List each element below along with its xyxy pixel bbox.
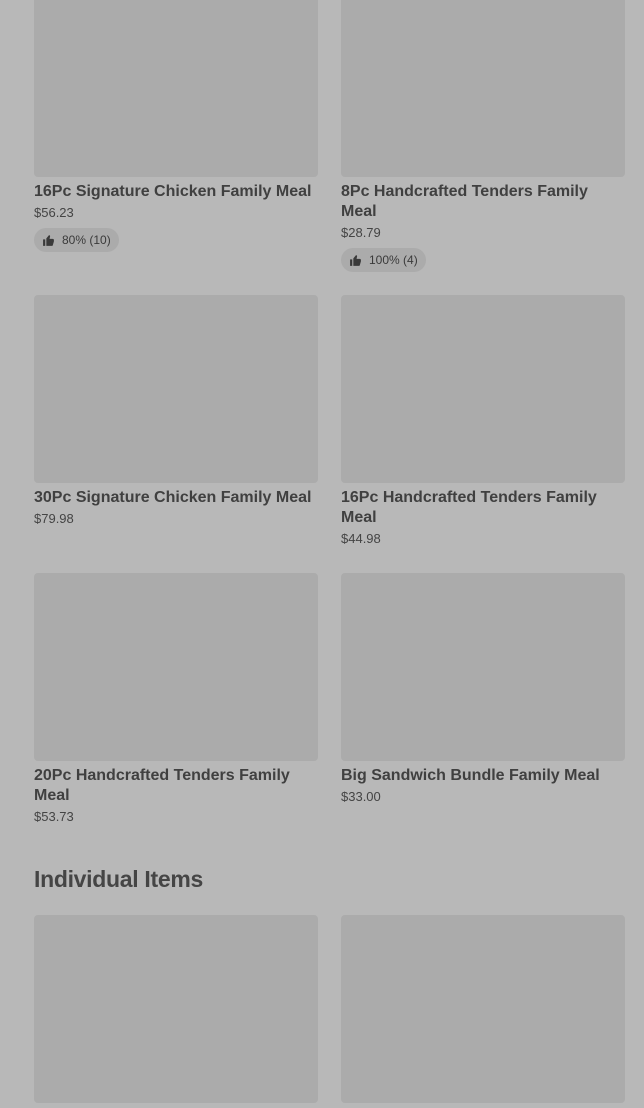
menu-item-card[interactable]: 8Pc Handcrafted Tenders Family Meal $28.… [341, 0, 625, 272]
rating-badge: 100% (4) [341, 248, 426, 272]
thumbs-up-icon [43, 234, 54, 246]
menu-item-card[interactable] [34, 915, 318, 1103]
rating-text: 80% (10) [62, 233, 111, 247]
item-title: 30Pc Signature Chicken Family Meal [34, 489, 312, 506]
item-image[interactable] [341, 915, 625, 1103]
menu-item-card[interactable]: 16Pc Handcrafted Tenders Family Meal $44… [341, 295, 625, 547]
section-title-individual-items: Individual Items [34, 866, 204, 892]
item-price: $33.00 [341, 789, 381, 804]
item-image[interactable] [341, 0, 625, 177]
menu-item-card[interactable]: 30Pc Signature Chicken Family Meal $79.9… [34, 295, 318, 527]
item-price: $28.79 [341, 225, 381, 240]
item-price: $53.73 [34, 809, 74, 824]
item-image[interactable] [341, 573, 625, 761]
thumbs-up-icon [350, 254, 361, 266]
item-title: 8Pc Handcrafted Tenders Family Meal [341, 183, 588, 220]
item-price: $44.98 [341, 531, 381, 546]
menu-item-card[interactable]: Big Sandwich Bundle Family Meal $33.00 [341, 573, 625, 805]
menu-item-card[interactable]: 20Pc Handcrafted Tenders Family Meal $53… [34, 573, 318, 825]
item-image[interactable] [34, 0, 318, 177]
item-price: $79.98 [34, 511, 74, 526]
item-title: 20Pc Handcrafted Tenders Family Meal [34, 767, 290, 804]
item-image[interactable] [34, 295, 318, 483]
rating-badge: 80% (10) [34, 228, 119, 252]
item-title: 16Pc Handcrafted Tenders Family Meal [341, 489, 597, 526]
rating-text: 100% (4) [369, 253, 418, 267]
menu-item-card[interactable]: 16Pc Signature Chicken Family Meal $56.2… [34, 0, 318, 252]
item-image[interactable] [34, 915, 318, 1103]
item-image[interactable] [341, 295, 625, 483]
item-image[interactable] [34, 573, 318, 761]
menu-item-card[interactable] [341, 915, 625, 1103]
item-title: 16Pc Signature Chicken Family Meal [34, 183, 312, 200]
item-price: $56.23 [34, 205, 74, 220]
item-title: Big Sandwich Bundle Family Meal [341, 767, 600, 784]
